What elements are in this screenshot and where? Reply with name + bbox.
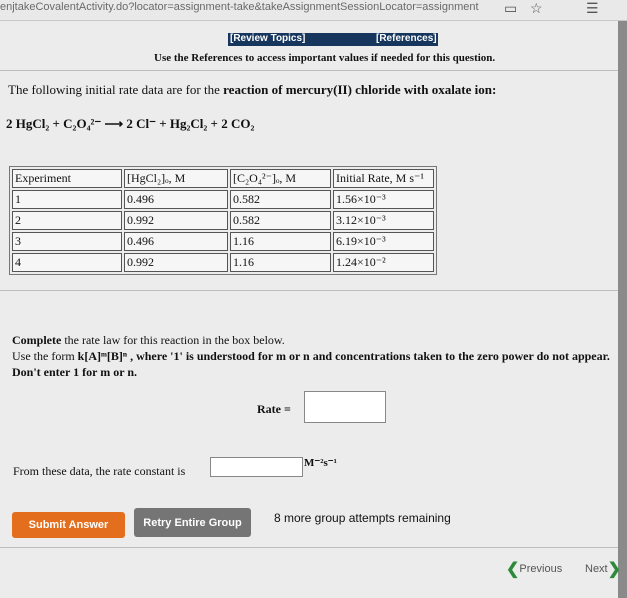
table-header-row: Experiment [HgCl₂]ₒ, M [C₂O₄²⁻]ₒ, M Init… xyxy=(12,169,434,188)
rate-law-label: Rate = xyxy=(257,402,291,416)
reaction-equation: 2 HgCl₂ + C₂O₄²⁻ ⟶ 2 Cl⁻ + Hg₂Cl₂ + 2 CO… xyxy=(6,116,255,131)
chevron-left-icon: ❮ xyxy=(506,561,520,578)
rate-law-input[interactable] xyxy=(304,391,386,423)
review-topics-link[interactable]: [Review Topics] xyxy=(230,33,305,44)
next-button[interactable]: Next❯ xyxy=(585,559,621,579)
chevron-right-icon: ❯ xyxy=(607,561,622,578)
intro-text: The following initial rate data are for … xyxy=(8,82,224,97)
previous-label: Previous xyxy=(519,562,563,575)
instructions-line-1: Complete the rate law for this reaction … xyxy=(12,332,612,348)
question-intro: The following initial rate data are for … xyxy=(8,82,496,98)
references-note: Use the References to access important v… xyxy=(154,52,496,64)
rate-constant-label: From these data, the rate constant is xyxy=(13,464,186,478)
header-initial-rate: Initial Rate, M s⁻¹ xyxy=(333,169,434,188)
table-cell: 1.16 xyxy=(230,253,331,272)
submit-answer-button[interactable]: Submit Answer xyxy=(12,512,125,538)
table-cell: 0.992 xyxy=(124,253,228,272)
table-cell: 3 xyxy=(12,232,122,251)
rate-law-form: k[A]ᵐ[B]ⁿ xyxy=(77,349,128,363)
divider xyxy=(0,290,618,291)
table-cell: 1.56×10⁻³ xyxy=(333,190,434,209)
references-bar: [Review Topics] [References] xyxy=(228,33,438,46)
table-cell: 1 xyxy=(12,190,122,209)
table-row: 4 0.992 1.16 1.24×10⁻² xyxy=(12,253,434,272)
rate-constant-input[interactable] xyxy=(210,457,303,477)
table-cell: 0.582 xyxy=(230,190,331,209)
collections-icon[interactable]: ☰ xyxy=(586,0,599,17)
attempts-remaining: 8 more group attempts remaining xyxy=(274,511,451,525)
table-cell: 3.12×10⁻³ xyxy=(333,211,434,230)
divider xyxy=(0,547,618,548)
reader-view-icon[interactable]: ▭ xyxy=(504,0,517,17)
rate-constant-units: M⁻²s⁻¹ xyxy=(304,457,337,469)
address-bar[interactable]: enjtakeCovalentActivity.do?locator=assig… xyxy=(0,1,500,13)
retry-group-button[interactable]: Retry Entire Group xyxy=(134,508,251,537)
browser-toolbar: enjtakeCovalentActivity.do?locator=assig… xyxy=(0,0,627,21)
table-cell: 2 xyxy=(12,211,122,230)
instructions-emphasis: , where '1' is understood for m or n xyxy=(127,349,310,363)
table-cell: 0.992 xyxy=(124,211,228,230)
intro-reaction-name: reaction of mercury(II) chloride with ox… xyxy=(223,82,497,97)
table-cell: 0.582 xyxy=(230,211,331,230)
table-cell: 0.496 xyxy=(124,190,228,209)
instructions-text: Use the form xyxy=(12,349,78,363)
next-label: Next xyxy=(585,562,608,575)
table-cell: 4 xyxy=(12,253,122,272)
header-experiment: Experiment xyxy=(12,169,122,188)
divider xyxy=(0,70,618,71)
header-hgcl2: [HgCl₂]ₒ, M xyxy=(124,169,228,188)
scrollbar[interactable] xyxy=(618,21,627,598)
table-row: 3 0.496 1.16 6.19×10⁻³ xyxy=(12,232,434,251)
references-link[interactable]: [References] xyxy=(376,33,437,44)
previous-button[interactable]: ❮Previous xyxy=(506,559,562,579)
instructions-line-2: Use the form k[A]ᵐ[B]ⁿ , where '1' is un… xyxy=(12,348,612,380)
table-cell: 0.496 xyxy=(124,232,228,251)
table-cell: 1.16 xyxy=(230,232,331,251)
instructions-emphasis: Complete xyxy=(12,333,62,347)
header-oxalate: [C₂O₄²⁻]ₒ, M xyxy=(230,169,331,188)
table-cell: 6.19×10⁻³ xyxy=(333,232,434,251)
table-row: 2 0.992 0.582 3.12×10⁻³ xyxy=(12,211,434,230)
rate-data-table: Experiment [HgCl₂]ₒ, M [C₂O₄²⁻]ₒ, M Init… xyxy=(9,166,437,275)
table-cell: 1.24×10⁻² xyxy=(333,253,434,272)
table-row: 1 0.496 0.582 1.56×10⁻³ xyxy=(12,190,434,209)
instructions-text: the rate law for this reaction in the bo… xyxy=(61,333,285,347)
instructions: Complete the rate law for this reaction … xyxy=(12,332,612,380)
star-icon[interactable]: ☆ xyxy=(530,0,543,17)
